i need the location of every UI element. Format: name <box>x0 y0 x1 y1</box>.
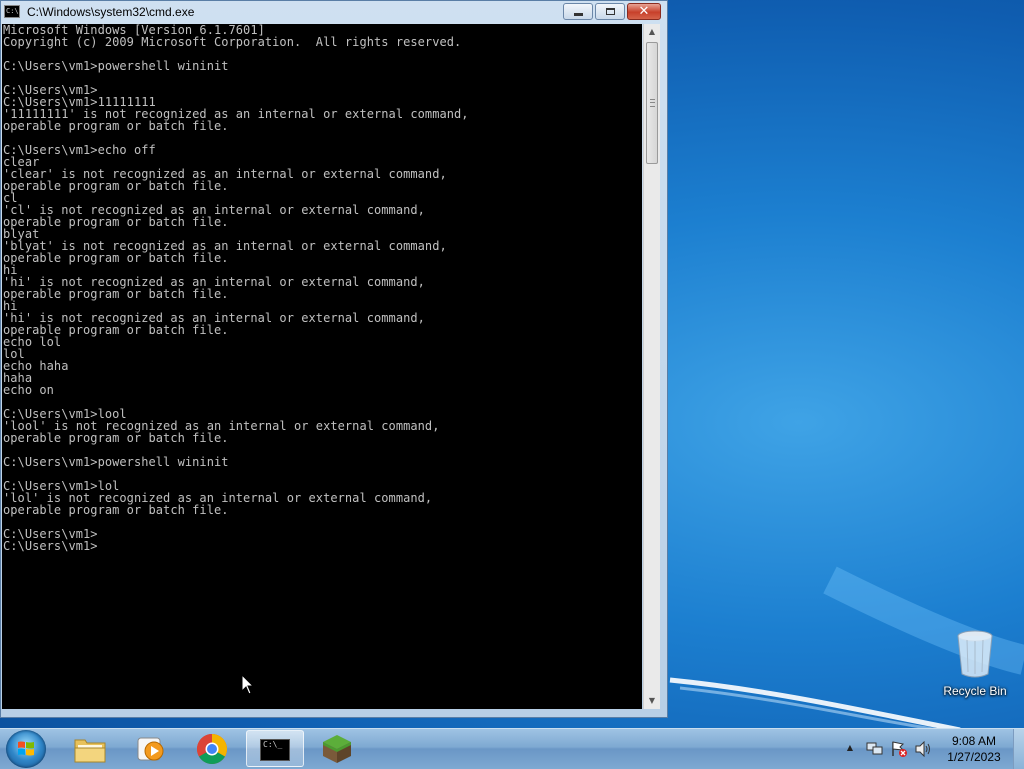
maximize-icon <box>605 8 615 15</box>
console-output[interactable]: Microsoft Windows [Version 6.1.7601] Cop… <box>2 24 642 709</box>
window-title: C:\Windows\system32\cmd.exe <box>27 5 195 19</box>
system-clock[interactable]: 9:08 AM 1/27/2023 <box>938 733 1010 765</box>
desktop-icon-recycle-bin[interactable]: Recycle Bin <box>938 628 1012 698</box>
console-text: Microsoft Windows [Version 6.1.7601] Cop… <box>3 24 469 553</box>
scrollbar-thumb[interactable] <box>646 42 658 164</box>
clock-date: 1/27/2023 <box>947 750 1001 764</box>
taskbar-command-prompt[interactable]: C:\_ <box>246 730 304 767</box>
chrome-icon <box>196 734 228 765</box>
minimize-icon <box>573 13 583 16</box>
taskbar-media-player[interactable] <box>122 730 180 767</box>
scroll-down-arrow-icon[interactable]: ▼ <box>644 693 660 709</box>
cmd-window[interactable]: C:\ C:\Windows\system32\cmd.exe ✕ Micros… <box>0 0 668 718</box>
clock-time: 9:08 AM <box>951 734 997 748</box>
show-desktop-button[interactable] <box>1013 729 1024 769</box>
taskbar-chrome[interactable] <box>184 730 242 767</box>
minecraft-icon <box>323 735 351 763</box>
mouse-cursor-icon <box>241 674 255 695</box>
recycle-bin-label: Recycle Bin <box>943 684 1007 698</box>
window-titlebar[interactable]: C:\ C:\Windows\system32\cmd.exe ✕ <box>1 1 667 23</box>
taskbar: C:\_ ▲ 9:08 AM 1/27/2023 <box>0 728 1024 769</box>
windows-start-icon <box>18 741 34 756</box>
close-icon: ✕ <box>638 4 650 19</box>
recycle-bin-icon <box>955 630 995 678</box>
action-center-icon[interactable] <box>890 740 908 758</box>
start-button[interactable] <box>6 730 46 768</box>
vertical-scrollbar[interactable]: ▲ ▼ <box>643 24 660 709</box>
taskbar-minecraft[interactable] <box>308 730 366 767</box>
volume-icon[interactable] <box>914 741 932 757</box>
cmd-icon: C:\ <box>4 5 20 18</box>
media-player-icon <box>137 737 164 761</box>
folder-icon <box>74 739 106 763</box>
maximize-button[interactable] <box>595 3 625 20</box>
show-hidden-icons-arrow[interactable]: ▲ <box>844 741 856 755</box>
scroll-up-arrow-icon[interactable]: ▲ <box>644 24 660 40</box>
minimize-button[interactable] <box>563 3 593 20</box>
taskbar-explorer[interactable] <box>62 730 120 767</box>
network-icon[interactable] <box>866 741 884 757</box>
cmd-icon: C:\_ <box>260 739 290 761</box>
close-button[interactable]: ✕ <box>627 3 661 20</box>
